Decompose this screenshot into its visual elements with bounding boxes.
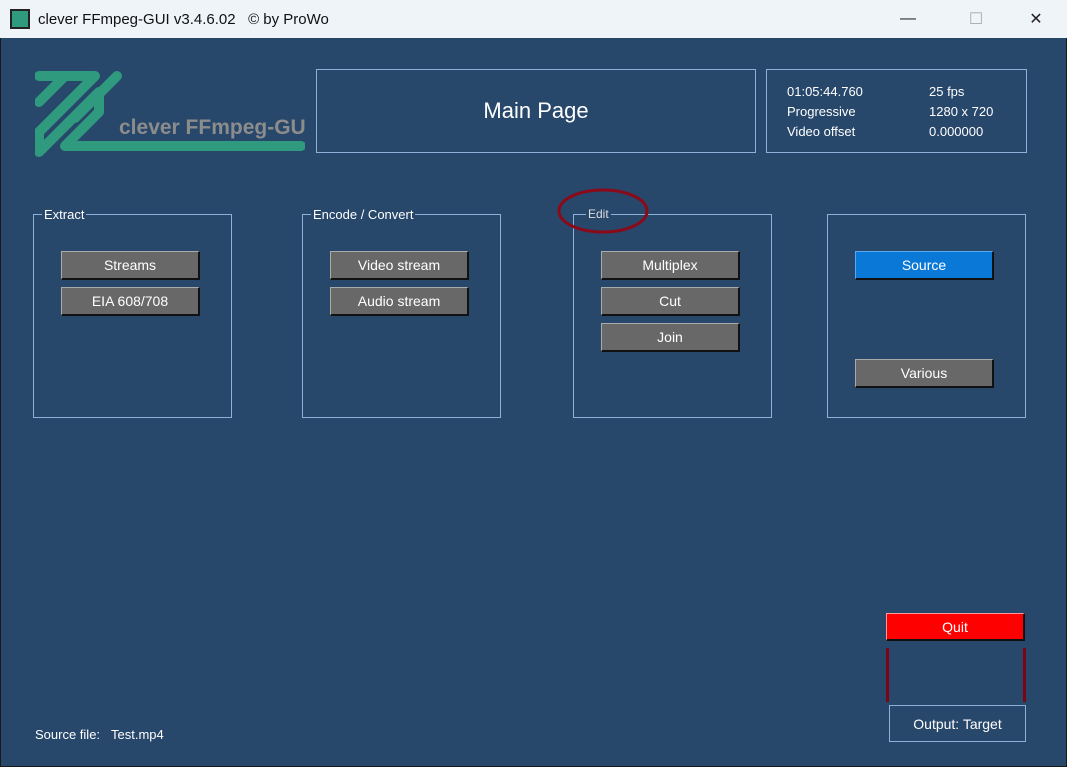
duration: 01:05:44.760 — [787, 84, 863, 99]
ffmpeg-logo-icon: clever FFmpeg-GUI — [35, 71, 305, 157]
streams-button[interactable]: Streams — [61, 251, 200, 280]
highlight-ellipse — [557, 188, 649, 234]
media-info-panel: 01:05:44.760 25 fps Progressive 1280 x 7… — [766, 69, 1027, 153]
scan-type: Progressive — [787, 104, 856, 119]
header-panel: Main Page — [316, 69, 756, 153]
extract-label: Extract — [42, 207, 87, 222]
resolution: 1280 x 720 — [929, 104, 994, 119]
main-window: clever FFmpeg-GUI Main Page 01:05:44.760… — [1, 38, 1066, 766]
output-target-button[interactable]: Output: Target — [889, 705, 1026, 742]
audio-stream-button[interactable]: Audio stream — [330, 287, 469, 316]
join-button[interactable]: Join — [601, 323, 740, 352]
misc-group: Source Various — [827, 214, 1026, 418]
source-button[interactable]: Source — [855, 251, 994, 280]
source-file-value: Test.mp4 — [111, 727, 164, 742]
minimize-button[interactable]: — — [885, 0, 931, 38]
eia-608-708-button[interactable]: EIA 608/708 — [61, 287, 200, 316]
extract-group: Extract Streams EIA 608/708 — [33, 207, 232, 418]
page-title: Main Page — [483, 98, 589, 123]
title-bar: clever FFmpeg-GUI v3.4.6.02 © by ProWo —… — [0, 0, 1067, 38]
video-stream-button[interactable]: Video stream — [330, 251, 469, 280]
video-offset-value: 0.000000 — [929, 124, 984, 139]
maximize-button[interactable]: ☐ — [953, 0, 999, 38]
status-panel — [886, 648, 1026, 702]
edit-group: Edit Multiplex Cut Join — [573, 207, 772, 418]
quit-button[interactable]: Quit — [886, 613, 1025, 641]
logo-text: clever FFmpeg-GUI — [119, 116, 305, 139]
fps: 25 fps — [929, 84, 965, 99]
video-offset-label: Video offset — [787, 124, 856, 139]
close-button[interactable]: ✕ — [1013, 0, 1059, 38]
encode-convert-group: Encode / Convert Video stream Audio stre… — [302, 207, 501, 418]
encode-convert-label: Encode / Convert — [311, 207, 416, 222]
multiplex-button[interactable]: Multiplex — [601, 251, 740, 280]
app-icon — [10, 9, 30, 29]
source-file-label: Source file: — [35, 727, 101, 742]
window-title: clever FFmpeg-GUI v3.4.6.02 © by ProWo — [38, 10, 329, 28]
cut-button[interactable]: Cut — [601, 287, 740, 316]
various-button[interactable]: Various — [855, 359, 994, 388]
